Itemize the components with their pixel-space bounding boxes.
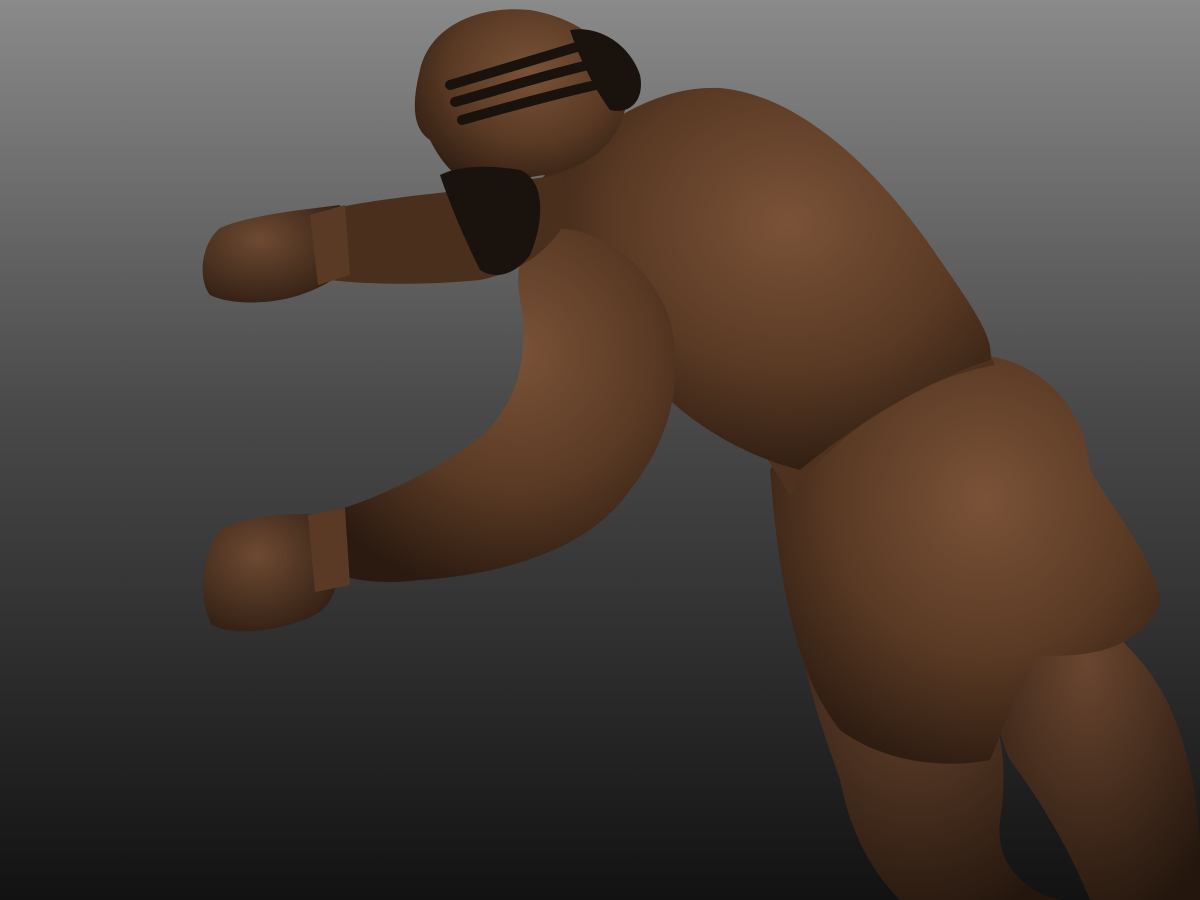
sculpt-viewport[interactable] <box>0 0 1200 900</box>
sculpt-canvas[interactable] <box>0 0 1200 900</box>
lower-glove-cuff <box>308 508 350 592</box>
